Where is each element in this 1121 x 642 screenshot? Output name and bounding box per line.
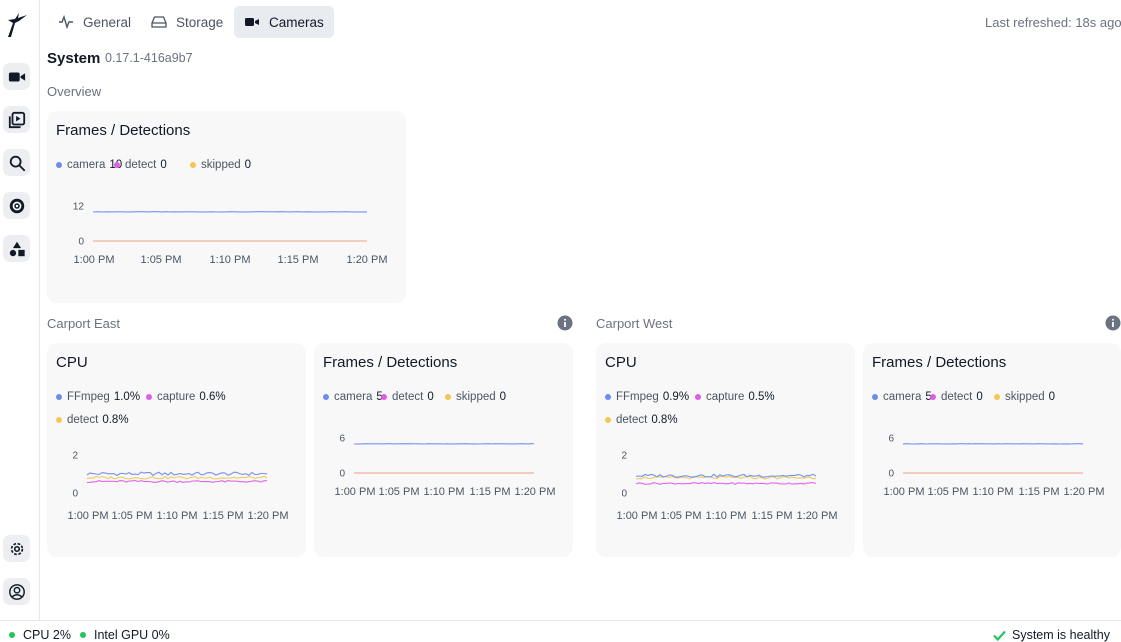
carport-east-frames-card: Frames / Detections camera 5 detect 0 skipped… — [314, 343, 573, 557]
chart: 6 0 1:00 PM 1:05 PM 1:10 PM 1:15 PM 1:20 PM — [884, 434, 1105, 499]
tab-label: Storage — [176, 14, 224, 30]
hard-drive-icon — [151, 16, 167, 28]
y-tick-label: 0 — [888, 469, 894, 480]
y-tick-label: 2 — [72, 451, 78, 462]
sidebar-item-objects[interactable] — [3, 235, 30, 262]
x-tick-label: 1:00 PM — [74, 254, 115, 266]
y-tick-label: 6 — [888, 434, 894, 445]
overview-frames-card: Frames / Detectionscamera10detect0skippe… — [47, 111, 406, 303]
search-icon — [9, 155, 25, 171]
cpu-status[interactable]: CPU 2% — [9, 628, 71, 642]
play-library-icon — [8, 111, 25, 128]
sidebar-item-explore[interactable] — [3, 192, 30, 219]
x-tick-label: 1:05 PM — [112, 510, 153, 522]
x-tick-label: 1:15 PM — [203, 510, 244, 522]
x-tick-label: 1:05 PM — [379, 486, 420, 498]
sidebar-item-live[interactable] — [3, 63, 30, 90]
account-button[interactable] — [3, 578, 30, 605]
camera-name: Carport East — [47, 316, 120, 331]
series-line-detect — [86, 475, 268, 480]
x-tick-label: 1:05 PM — [141, 254, 182, 266]
explore-icon — [9, 198, 24, 213]
settings-button[interactable] — [3, 535, 30, 562]
status-dot — [80, 632, 86, 638]
sidebar-item-search[interactable] — [3, 149, 30, 176]
page-title: System — [47, 50, 101, 67]
x-tick-label: 1:15 PM — [1019, 486, 1060, 498]
x-tick-label: 1:10 PM — [424, 486, 465, 498]
x-tick-label: 1:10 PM — [157, 510, 198, 522]
info-icon[interactable] — [1105, 315, 1121, 331]
tab-general[interactable]: General — [48, 6, 141, 38]
chart: 6 0 1:00 PM 1:05 PM 1:10 PM 1:15 PM 1:20 PM — [335, 434, 556, 499]
x-tick-label: 1:00 PM — [617, 510, 658, 522]
health-status[interactable]: System is healthy — [993, 628, 1110, 642]
carport-east-cpu-card: CPU FFmpeg 1.0% capture 0.6% detect 0.8% 2 0 1:00… — [47, 343, 306, 557]
series-line-ffmpeg — [86, 471, 268, 477]
tab-storage[interactable]: Storage — [141, 6, 233, 38]
x-tick-label: 1:05 PM — [928, 486, 969, 498]
y-tick-label: 2 — [621, 451, 627, 462]
x-tick-label: 1:10 PM — [973, 486, 1014, 498]
settings-icon — [10, 542, 23, 555]
x-tick-label: 1:10 PM — [210, 254, 251, 266]
x-tick-label: 1:00 PM — [335, 486, 376, 498]
y-tick-label: 12 — [73, 202, 85, 213]
account-icon — [8, 583, 25, 600]
status-dot — [9, 632, 15, 638]
y-tick-label: 0 — [78, 237, 84, 248]
series-line-capture — [635, 482, 817, 485]
gpu-status[interactable]: Intel GPU 0% — [80, 628, 170, 642]
sidebar — [0, 0, 40, 620]
x-tick-label: 1:20 PM — [515, 486, 556, 498]
carport-west-cpu-card: CPU FFmpeg 0.9% capture 0.5% detect 0.8% 2 0 1:00… — [596, 343, 855, 557]
app-logo-icon[interactable] — [5, 11, 29, 39]
chart: 2 0 1:00 PM 1:05 PM 1:10 PM 1:15 PM 1:20 PM — [617, 451, 838, 523]
version-label: 0.17.1-416a9b7 — [105, 51, 193, 65]
y-tick-label: 6 — [339, 434, 345, 445]
x-tick-label: 1:15 PM — [470, 486, 511, 498]
tab-label: General — [83, 14, 132, 30]
activity-icon — [59, 14, 73, 30]
chart: 2 0 1:00 PM 1:05 PM 1:10 PM 1:15 PM 1:20 PM — [68, 451, 289, 523]
sidebar-item-review[interactable] — [3, 106, 30, 133]
x-tick-label: 1:00 PM — [68, 510, 109, 522]
tab-label: Cameras — [269, 14, 324, 30]
status-bar: CPU 2% Intel GPU 0% System is healthy — [0, 620, 1121, 642]
chart: 12 0 1:00 PM 1:05 PM 1:10 PM 1:15 PM 1:20 PM — [73, 202, 388, 267]
carport-west-frames-card: Frames / Detections camera 5 detect 0 skipped… — [863, 343, 1121, 557]
gpu-status-label: Intel GPU 0% — [94, 628, 170, 642]
tab-cameras[interactable]: Cameras — [234, 6, 334, 38]
y-tick-label: 0 — [621, 489, 627, 500]
x-tick-label: 1:20 PM — [248, 510, 289, 522]
y-tick-label: 0 — [72, 489, 78, 500]
cpu-status-label: CPU 2% — [23, 628, 71, 642]
camera-name: Carport West — [596, 316, 673, 331]
health-label: System is healthy — [1012, 628, 1110, 642]
x-tick-label: 1:15 PM — [278, 254, 319, 266]
check-icon — [993, 630, 1006, 641]
x-tick-label: 1:10 PM — [706, 510, 747, 522]
objects-icon — [9, 241, 25, 256]
x-tick-label: 1:15 PM — [752, 510, 793, 522]
y-tick-label: 0 — [339, 469, 345, 480]
info-icon[interactable] — [557, 315, 573, 331]
overview-label: Overview — [47, 84, 102, 99]
x-tick-label: 1:05 PM — [661, 510, 702, 522]
x-tick-label: 1:20 PM — [1064, 486, 1105, 498]
video-icon — [245, 18, 259, 26]
last-refreshed: Last refreshed: 18s ago — [985, 15, 1121, 30]
x-tick-label: 1:00 PM — [884, 486, 925, 498]
video-icon — [8, 72, 25, 81]
x-tick-label: 1:20 PM — [347, 254, 388, 266]
x-tick-label: 1:20 PM — [797, 510, 838, 522]
series-line-capture — [86, 479, 267, 484]
